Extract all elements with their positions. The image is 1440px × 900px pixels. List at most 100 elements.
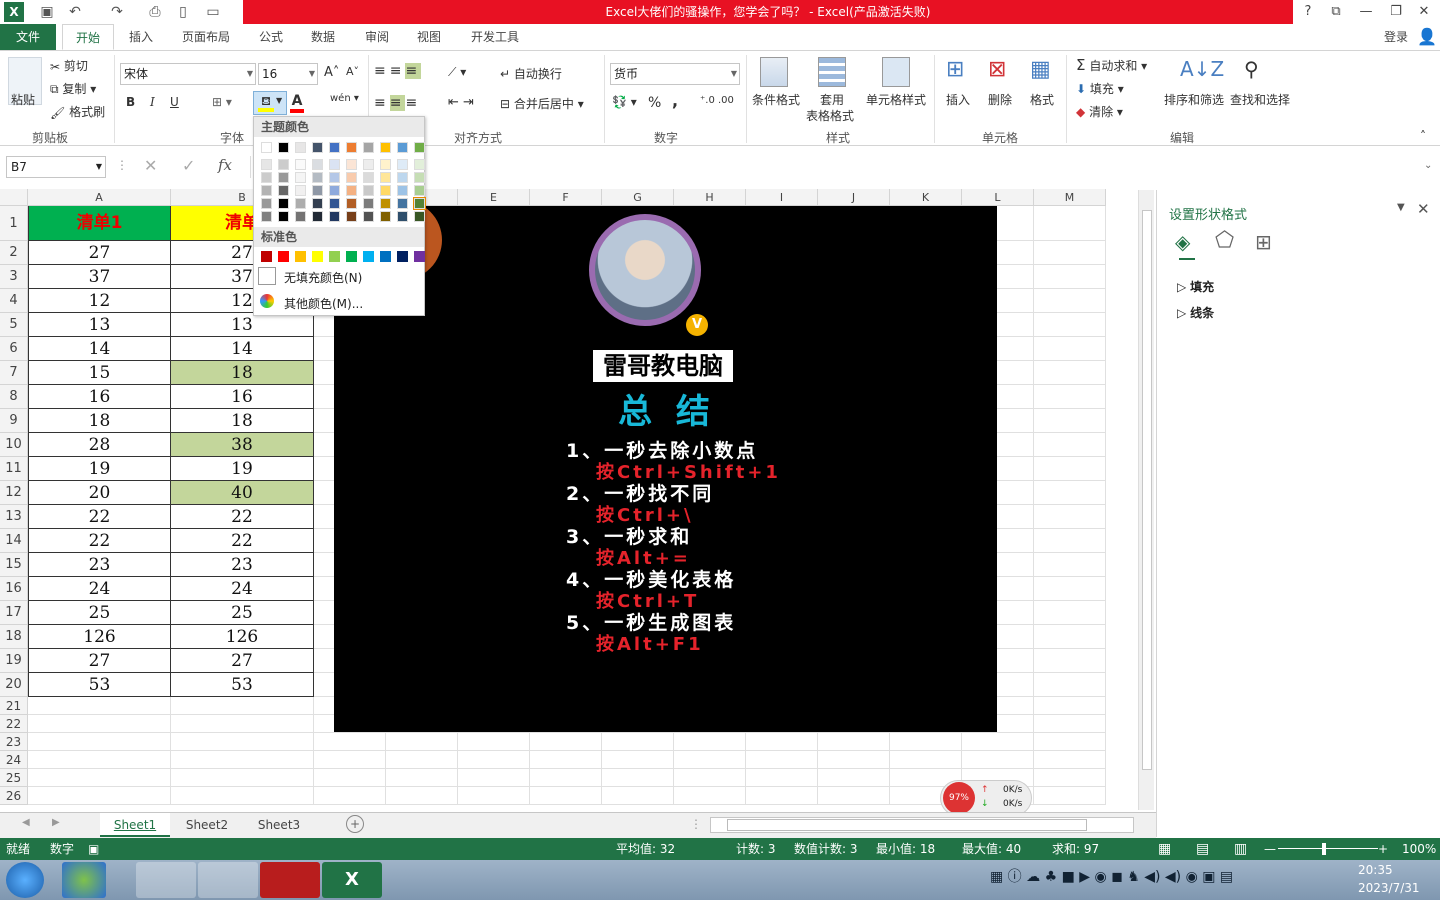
sheet-tab-1[interactable]: Sheet1 <box>100 813 170 837</box>
standard-color-swatch[interactable] <box>312 251 323 262</box>
horizontal-scroll-thumb[interactable] <box>727 819 1087 831</box>
underline-button[interactable]: U <box>170 95 179 109</box>
borders-button[interactable]: ⊞ ▾ <box>212 95 232 109</box>
cell[interactable] <box>1034 409 1106 433</box>
cell[interactable] <box>1034 265 1106 289</box>
font-size-combo[interactable]: 16 ▼ <box>258 63 318 85</box>
next-sheet-icon[interactable]: ▶ <box>52 817 60 828</box>
cell[interactable] <box>28 787 171 805</box>
cell-a[interactable]: 24 <box>28 577 171 601</box>
row-header[interactable]: 19 <box>0 649 28 673</box>
sort-filter-button[interactable]: 排序和筛选 <box>1164 91 1224 108</box>
cell[interactable] <box>1034 715 1106 733</box>
system-tray-icons[interactable]: ▦ ⓘ ☁ ♣ ■ ▶ ◉ ◼ ♞ ◀) ◀) ◉ ▣ ▤ <box>990 866 1233 886</box>
standard-color-swatch[interactable] <box>329 251 340 262</box>
cell[interactable] <box>28 733 171 751</box>
shrink-font-button[interactable]: A˅ <box>346 65 359 78</box>
cell[interactable] <box>1034 206 1106 241</box>
cell[interactable] <box>458 733 530 751</box>
theme-color-swatch[interactable] <box>295 211 306 222</box>
cell[interactable] <box>1034 457 1106 481</box>
theme-color-swatch[interactable] <box>312 142 323 153</box>
cell[interactable] <box>602 787 674 805</box>
expand-formula-icon[interactable]: ⌄ <box>1424 160 1432 171</box>
cell-b[interactable]: 22 <box>171 505 314 529</box>
cell[interactable] <box>1034 481 1106 505</box>
row-header[interactable]: 1 <box>0 206 28 241</box>
sheet-tab-2[interactable]: Sheet2 <box>172 813 242 837</box>
find-select-button[interactable]: 查找和选择 <box>1230 91 1290 108</box>
cell[interactable] <box>530 733 602 751</box>
standard-color-swatch[interactable] <box>261 251 272 262</box>
row-header[interactable]: 9 <box>0 409 28 433</box>
cell-a[interactable]: 27 <box>28 241 171 265</box>
cancel-entry-icon[interactable]: ✕ <box>144 156 157 175</box>
open-folder-icon[interactable]: ▭ <box>204 3 222 21</box>
tab-data[interactable]: 数据 <box>302 24 344 50</box>
theme-color-swatch[interactable] <box>363 185 374 196</box>
more-colors-option[interactable]: 其他颜色(M)... <box>258 293 420 313</box>
new-file-icon[interactable]: ▯ <box>174 3 192 21</box>
percent-button[interactable]: % <box>648 95 661 111</box>
bold-button[interactable]: B <box>126 95 135 109</box>
theme-color-swatch[interactable] <box>363 211 374 222</box>
cell[interactable] <box>1034 751 1106 769</box>
theme-color-swatch[interactable] <box>397 185 408 196</box>
select-all-corner[interactable] <box>0 189 28 206</box>
close-pane-button[interactable]: ✕ <box>1417 200 1430 218</box>
theme-color-swatch[interactable] <box>397 159 408 170</box>
standard-color-swatch[interactable] <box>397 251 408 262</box>
theme-color-swatch[interactable] <box>329 142 340 153</box>
cell[interactable] <box>28 751 171 769</box>
cell[interactable] <box>171 751 314 769</box>
vertical-scrollbar[interactable] <box>1138 190 1154 810</box>
page-break-view-icon[interactable]: ▥ <box>1234 838 1247 860</box>
wrap-text-button[interactable]: ↵ 自动换行 <box>500 65 562 82</box>
row-header[interactable]: 15 <box>0 553 28 577</box>
cell[interactable] <box>602 769 674 787</box>
cell[interactable] <box>386 769 458 787</box>
standard-color-swatch[interactable] <box>363 251 374 262</box>
row-header[interactable]: 25 <box>0 769 28 787</box>
cell[interactable] <box>314 751 386 769</box>
fill-color-button[interactable]: ⛾ ▼ <box>253 91 287 115</box>
cell[interactable] <box>530 751 602 769</box>
cell[interactable] <box>1034 769 1106 787</box>
cell-b[interactable]: 53 <box>171 673 314 697</box>
theme-color-swatch[interactable] <box>261 211 272 222</box>
indent-buttons[interactable]: ⇤ ⇥ <box>448 95 474 110</box>
insert-function-button[interactable]: fx <box>218 156 232 174</box>
theme-color-swatch[interactable] <box>278 159 289 170</box>
cell-b[interactable]: 23 <box>171 553 314 577</box>
standard-color-swatch[interactable] <box>278 251 289 262</box>
theme-color-swatch[interactable] <box>346 198 357 209</box>
table-format-label-1[interactable]: 套用 <box>820 91 844 108</box>
theme-color-swatch[interactable] <box>414 159 425 170</box>
insert-cells-button[interactable]: 插入 <box>946 91 970 108</box>
pane-options-icon[interactable]: ▼ <box>1397 202 1405 213</box>
cell[interactable] <box>28 697 171 715</box>
column-header[interactable]: L <box>962 189 1034 206</box>
macro-record-icon[interactable]: ▣ <box>88 838 99 860</box>
row-header[interactable]: 16 <box>0 577 28 601</box>
no-fill-option[interactable]: 无填充颜色(N) <box>258 267 420 287</box>
theme-color-swatch[interactable] <box>278 198 289 209</box>
format-cells-button[interactable]: 格式 <box>1030 91 1054 108</box>
theme-color-swatch[interactable] <box>278 172 289 183</box>
conditional-format-button[interactable]: 条件格式 <box>752 91 800 108</box>
cell[interactable] <box>171 787 314 805</box>
vertical-scroll-thumb[interactable] <box>1142 210 1152 770</box>
font-color-button[interactable]: A <box>290 93 304 113</box>
tab-file[interactable]: 文件 <box>0 24 56 50</box>
cell-b[interactable]: 40 <box>171 481 314 505</box>
cell[interactable] <box>1034 241 1106 265</box>
line-section[interactable]: ▷ 线条 <box>1177 304 1214 321</box>
restore-button[interactable]: ❐ <box>1382 0 1410 24</box>
cell[interactable] <box>1034 625 1106 649</box>
theme-color-swatch[interactable] <box>261 159 272 170</box>
page-layout-view-icon[interactable]: ▤ <box>1196 838 1209 860</box>
copy-button[interactable]: ⧉ 复制 ▾ <box>50 80 96 97</box>
row-header[interactable]: 12 <box>0 481 28 505</box>
undo-icon[interactable]: ↶ <box>66 3 84 21</box>
split-handle-icon[interactable]: ⋮ <box>690 817 702 831</box>
